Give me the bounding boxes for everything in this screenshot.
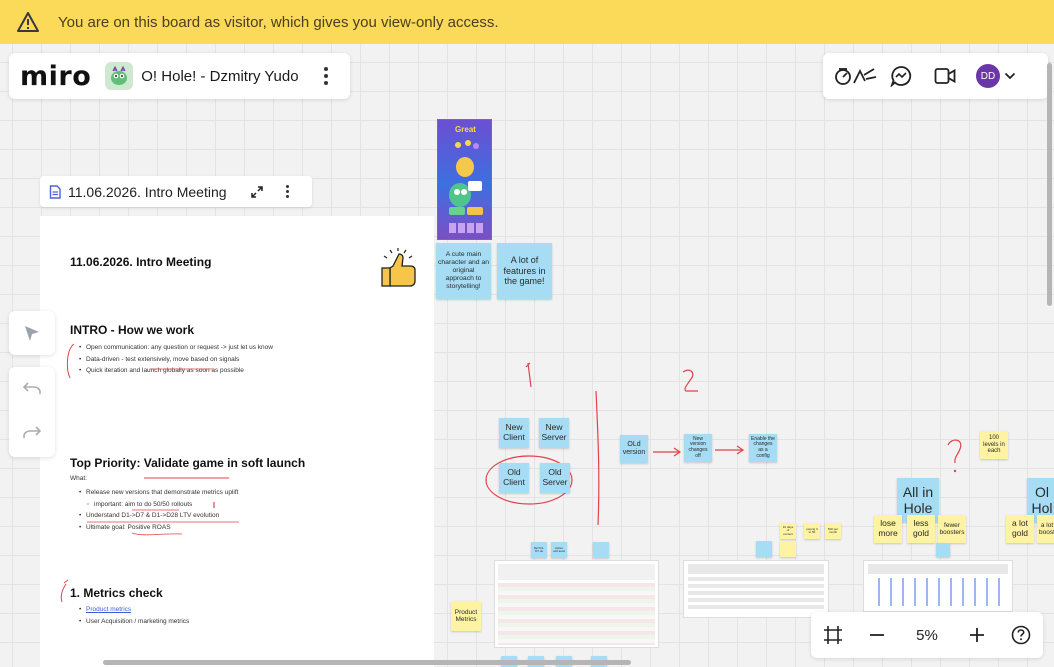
section-heading: INTRO - How we work [70,323,195,337]
document-title[interactable]: 11.06.2026. Intro Meeting [68,184,227,200]
sticky-note[interactable]: New version changes off [684,434,712,462]
visitor-banner: You are on this board as visitor, which … [0,0,1054,44]
document-header: 11.06.2026. Intro Meeting [40,176,312,207]
sticky-note[interactable]: A cute main character and an original ap… [436,243,491,299]
list-item: User Acquisition / marketing metrics [76,616,376,628]
plus-icon [970,628,984,642]
redo-button[interactable] [9,411,55,455]
chevron-down-icon[interactable] [1002,63,1018,89]
sticky-note[interactable]: Active soft level [551,542,567,558]
frame-icon [824,626,842,644]
document-icon [49,184,61,199]
miro-logo[interactable]: miro [20,61,91,92]
zoom-panel: 5% [811,612,1043,658]
board-panel: miro O! Hole! - Dzmitry Yudo [9,53,350,99]
sticky-note[interactable]: less gold [907,515,935,543]
sticky-note[interactable] [780,541,796,557]
redo-icon [23,426,42,438]
cursor-icon [25,326,39,341]
sticky-note[interactable]: paying 3 to 50 [804,523,820,539]
sticky-note[interactable] [936,543,950,557]
board-title[interactable]: O! Hole! - Dzmitry Yudo [141,68,298,85]
zoom-out-button[interactable] [855,613,899,657]
board-menu-icon[interactable] [316,62,336,90]
collaboration-panel: DD [823,53,1048,99]
select-tool[interactable] [9,311,55,355]
sticky-note[interactable]: New Client [499,418,529,448]
vertical-scrollbar[interactable] [1047,63,1052,306]
sticky-note[interactable]: A lot of features in the game! [497,243,552,299]
horizontal-scrollbar[interactable] [103,660,631,665]
sticky-note[interactable]: Old Server [540,463,570,493]
tools-panel [9,311,55,355]
sticky-note[interactable]: Enable the changes as a config [749,434,777,462]
sticky-note[interactable]: Old Client [499,463,529,493]
help-icon [1011,625,1031,645]
video-call-icon[interactable] [932,63,958,89]
document-menu-icon[interactable] [274,178,302,206]
banner-message: You are on this board as visitor, which … [58,13,499,31]
sticky-note[interactable]: 10 days of content [780,523,796,539]
sticky-note[interactable]: 100 levels in each [980,431,1008,459]
user-avatar[interactable]: DD [976,64,1000,88]
metrics-screenshot[interactable] [494,560,659,648]
metrics-screenshot[interactable] [863,560,1013,612]
sticky-note[interactable]: fewer boosters [938,515,966,543]
metrics-screenshot[interactable] [683,560,829,618]
undo-icon [22,382,41,394]
game-screenshot-image[interactable]: Great [437,119,492,240]
game-character-icon [449,140,483,233]
help-button[interactable] [999,613,1043,657]
sticky-note[interactable] [756,541,772,557]
zoom-level[interactable]: 5% [899,627,955,644]
fit-to-screen-button[interactable] [811,613,855,657]
minus-icon [870,634,884,636]
reactions-icon[interactable] [834,63,878,89]
expand-icon[interactable] [243,178,271,206]
sticky-note[interactable]: a lot gold [1006,515,1034,543]
comments-icon[interactable] [888,63,914,89]
sticky-note[interactable]: 500 per month [825,523,841,539]
document-annotations [60,343,239,603]
sticky-note[interactable]: New Server [539,418,569,448]
warning-icon [17,12,39,32]
game-banner-text: Great [455,125,476,134]
sticky-note[interactable]: lose more [874,515,902,543]
sticky-note[interactable]: a lot boost [1037,515,1054,543]
undo-button[interactable] [9,367,55,411]
history-panel [9,367,55,457]
document-page[interactable]: 11.06.2026. Intro Meeting INTRO - How we… [40,216,434,667]
document-heading: 11.06.2026. Intro Meeting [70,255,212,269]
thumbs-up-icon [381,248,416,287]
board-icon [105,62,134,90]
sticky-note[interactable]: Ref D1-D7 ok [531,542,547,558]
sticky-note[interactable]: OLd version [620,435,648,463]
sticky-note[interactable]: Product Metrics [451,601,481,631]
zoom-in-button[interactable] [955,613,999,657]
sticky-note[interactable] [593,542,609,558]
